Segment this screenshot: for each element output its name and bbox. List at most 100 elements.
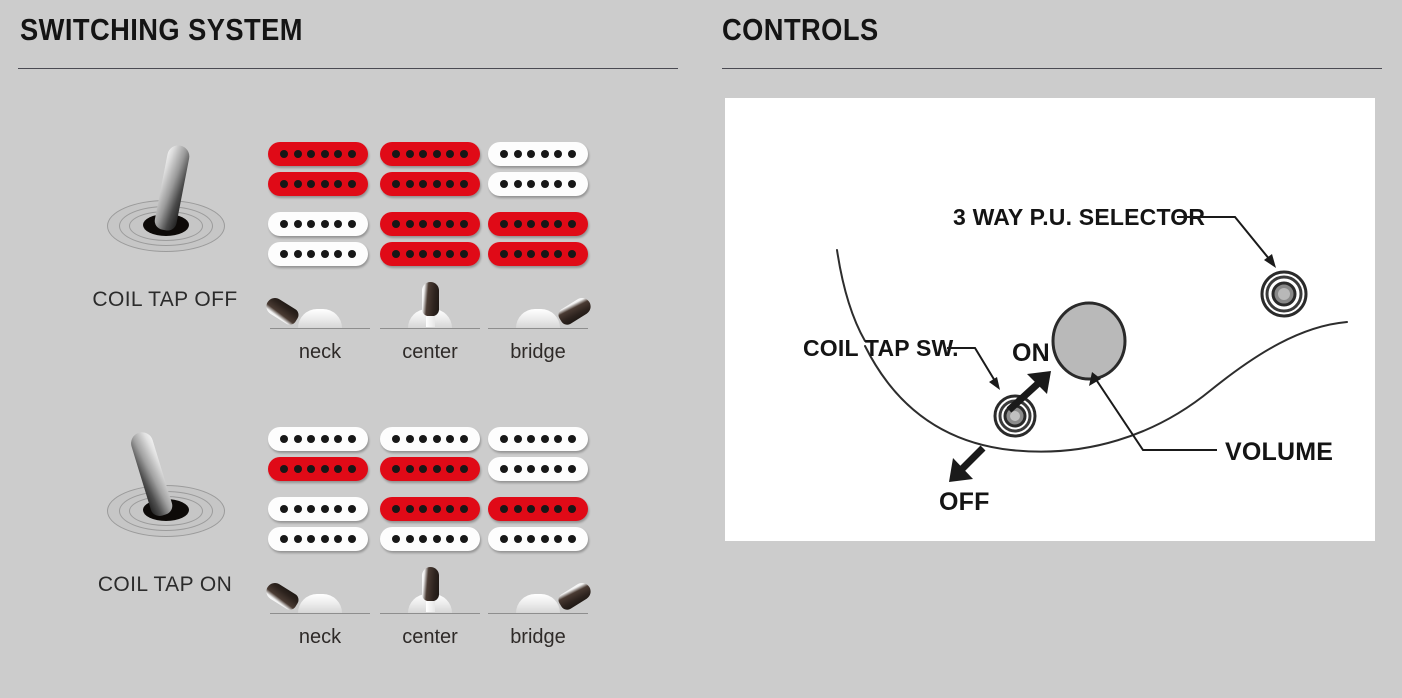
pole-piece xyxy=(334,465,343,473)
pole-piece xyxy=(334,250,343,258)
pole-piece xyxy=(459,180,468,188)
pole-piece xyxy=(405,180,414,188)
pole-piece xyxy=(432,465,441,473)
pole-piece xyxy=(567,535,576,543)
selector-switch-bridge-icon xyxy=(488,288,594,336)
pole-piece xyxy=(567,250,576,258)
pole-piece xyxy=(334,505,343,513)
coil-top xyxy=(380,497,480,521)
pole-piece xyxy=(446,535,455,543)
pole-piece xyxy=(446,250,455,258)
coil-bottom xyxy=(380,172,480,196)
coil-top xyxy=(488,497,588,521)
pole-piece xyxy=(392,180,401,188)
pole-piece xyxy=(432,150,441,158)
humbucker-bridge xyxy=(488,497,590,553)
pole-piece xyxy=(432,180,441,188)
selector-position-bridge[interactable]: bridge xyxy=(488,573,594,649)
pole-piece xyxy=(334,220,343,228)
leader-arrow-coil-tap-sw xyxy=(989,377,1000,390)
pickup-row xyxy=(268,142,598,202)
controls-panel: CONTROLS 3 WAY P.U. SELECTOR COIL TAP SW… xyxy=(700,0,1402,664)
pole-piece xyxy=(320,465,329,473)
pole-piece xyxy=(513,505,522,513)
pole-piece xyxy=(307,220,316,228)
selector-lever xyxy=(555,294,594,328)
pickup-row xyxy=(268,497,598,557)
callout-label-volume: VOLUME xyxy=(1225,438,1333,466)
controls-diagram: 3 WAY P.U. SELECTOR COIL TAP SW. ON OFF … xyxy=(725,98,1375,541)
pole-piece xyxy=(540,220,549,228)
pole-piece xyxy=(405,535,414,543)
pole-piece xyxy=(513,250,522,258)
pole-piece xyxy=(347,435,356,443)
selector-position-neck[interactable]: neck xyxy=(263,573,370,649)
pole-piece xyxy=(419,465,428,473)
callout-label-coil-tap-off: OFF xyxy=(939,488,990,516)
pole-piece xyxy=(540,435,549,443)
coil-bottom xyxy=(268,172,368,196)
pole-piece xyxy=(293,250,302,258)
coil-top xyxy=(268,142,368,166)
selector-lever xyxy=(555,579,594,613)
controls-diagram-svg: 3 WAY P.U. SELECTOR COIL TAP SW. ON OFF … xyxy=(803,204,1348,516)
selector-position-bridge[interactable]: bridge xyxy=(488,288,594,364)
pole-piece xyxy=(307,250,316,258)
pole-piece xyxy=(334,535,343,543)
coil-bottom xyxy=(488,242,588,266)
page-title-controls: CONTROLS xyxy=(722,12,879,47)
selector-label-bridge: bridge xyxy=(510,626,566,648)
pole-piece xyxy=(554,435,563,443)
coil-top xyxy=(488,212,588,236)
selector-position-neck[interactable]: neck xyxy=(263,288,370,364)
coil-tap-toggle-off-illustration[interactable] xyxy=(85,138,245,268)
pole-piece xyxy=(334,435,343,443)
callout-label-coil-tap-sw: COIL TAP SW. xyxy=(803,335,959,361)
selector-position-center[interactable]: center xyxy=(380,567,480,649)
callout-label-coil-tap-on: ON xyxy=(1012,339,1050,367)
pole-piece xyxy=(334,180,343,188)
coil-tap-toggle-on-illustration[interactable] xyxy=(85,423,245,553)
pole-piece xyxy=(527,180,536,188)
pole-piece xyxy=(513,465,522,473)
switching-row-coil-tap-off: COIL TAP OFF neck center bridge xyxy=(0,128,700,413)
pole-piece xyxy=(392,535,401,543)
selector-baseline xyxy=(488,328,588,329)
pole-piece xyxy=(459,435,468,443)
pole-piece xyxy=(293,505,302,513)
pole-piece xyxy=(280,465,289,473)
pole-piece xyxy=(392,465,401,473)
pole-piece xyxy=(419,435,428,443)
pickup-row xyxy=(268,212,598,272)
selector-lever xyxy=(422,567,439,601)
pole-piece xyxy=(446,435,455,443)
selector-positions-coil-tap-on: neck center bridge xyxy=(263,567,598,673)
guitar-body-upper-edge xyxy=(836,249,866,342)
pole-piece xyxy=(293,535,302,543)
pole-piece xyxy=(567,180,576,188)
coil-bottom xyxy=(380,457,480,481)
pole-piece xyxy=(307,150,316,158)
pole-piece xyxy=(500,220,509,228)
pole-piece xyxy=(320,220,329,228)
pole-piece xyxy=(432,535,441,543)
pole-piece xyxy=(419,220,428,228)
coil-top xyxy=(380,427,480,451)
pole-piece xyxy=(540,535,549,543)
pole-piece xyxy=(419,180,428,188)
selector-switch-neck-icon xyxy=(263,288,370,336)
pole-piece xyxy=(554,505,563,513)
pole-piece xyxy=(307,435,316,443)
volume-knob-icon[interactable] xyxy=(1051,301,1127,381)
pole-piece xyxy=(405,435,414,443)
humbucker-neck xyxy=(268,212,370,268)
pole-piece xyxy=(446,150,455,158)
pole-piece xyxy=(554,535,563,543)
pu-selector-switch-icon[interactable] xyxy=(1260,270,1308,318)
pole-piece xyxy=(432,435,441,443)
pole-piece xyxy=(540,250,549,258)
pole-piece xyxy=(307,465,316,473)
selector-position-center[interactable]: center xyxy=(380,282,480,364)
coil-bottom xyxy=(268,242,368,266)
selector-dome xyxy=(516,309,560,328)
